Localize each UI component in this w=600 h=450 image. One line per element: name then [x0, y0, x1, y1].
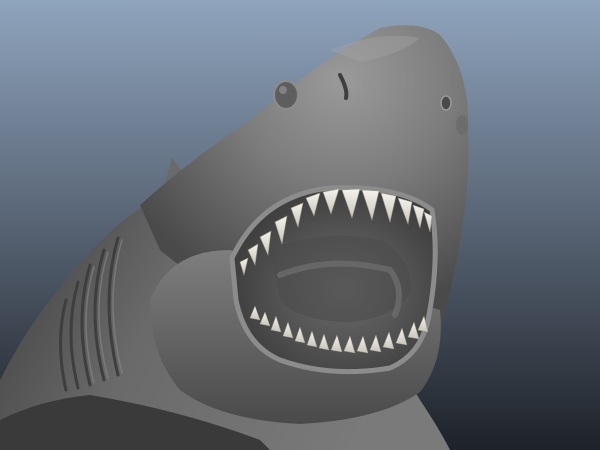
3d-viewport[interactable]	[0, 0, 600, 450]
cheek-bump	[456, 115, 468, 135]
shark-render	[0, 0, 600, 450]
throat	[270, 235, 412, 322]
eye	[273, 80, 299, 110]
nostril-right	[440, 95, 452, 111]
eye-highlight	[279, 86, 287, 94]
